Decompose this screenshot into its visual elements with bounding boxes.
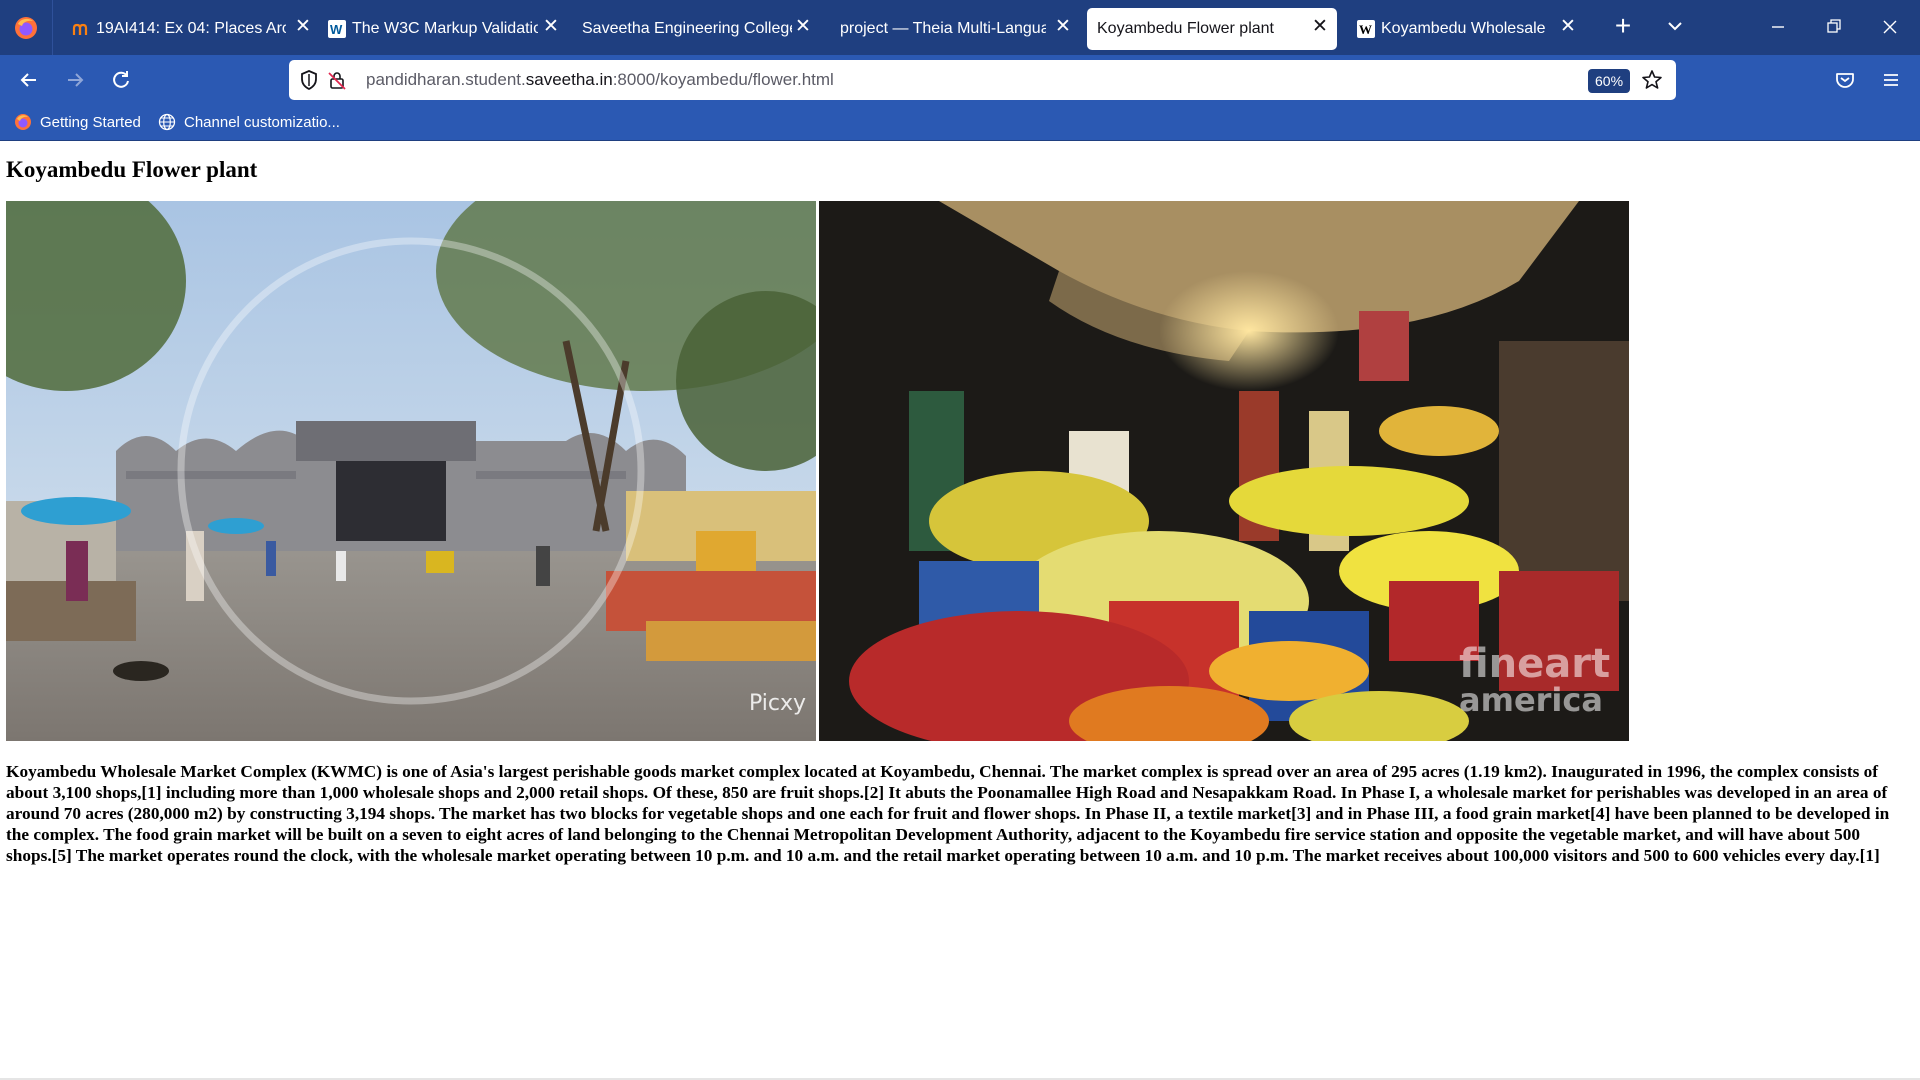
tracking-protection-shield-icon[interactable] (298, 69, 320, 91)
zoom-level-badge[interactable]: 60% (1588, 69, 1631, 93)
url-host: saveetha.in (525, 70, 613, 89)
bookmark-label: Getting Started (40, 114, 141, 131)
tab-saveetha[interactable]: Saveetha Engineering College ✕ (570, 8, 820, 50)
list-all-tabs-chevron-icon[interactable] (1660, 14, 1690, 38)
firefox-menu-icon[interactable] (14, 16, 38, 40)
fineart-america-watermark-line2: america (1459, 681, 1603, 719)
tab-title: Saveetha Engineering College (582, 20, 792, 37)
firefox-icon (15, 114, 31, 130)
address-bar[interactable]: pandidharan.student.saveetha.in:8000/koy… (289, 60, 1676, 100)
url-prefix: pandidharan.student. (366, 70, 526, 89)
picxy-watermark: Picxy (749, 691, 807, 716)
w3c-icon: W (328, 20, 346, 38)
restore-window-icon[interactable] (1819, 12, 1849, 42)
close-tab-icon[interactable]: ✕ (542, 17, 560, 36)
web-page-content: Koyambedu Flower plant Picxy fineart ame… (0, 141, 1920, 1080)
insecure-connection-lock-icon[interactable] (326, 69, 348, 91)
globe-icon (158, 113, 176, 131)
page-heading: Koyambedu Flower plant (6, 157, 258, 182)
tab-title: Koyambedu Flower plant (1097, 20, 1274, 37)
hamburger-menu-icon[interactable] (1878, 67, 1904, 93)
close-tab-icon[interactable]: ✕ (794, 17, 812, 36)
tab-title: project — Theia Multi-Language (840, 20, 1046, 37)
market-entrance-photo: Picxy (6, 201, 816, 741)
tab-w3c-validator[interactable]: W The W3C Markup Validation ✕ (316, 8, 568, 50)
svg-text:W: W (1359, 22, 1372, 37)
wikipedia-icon: W (1357, 20, 1375, 38)
pocket-icon[interactable] (1832, 67, 1858, 93)
reload-icon[interactable] (108, 67, 134, 93)
tab-bar: 19AI414: Ex 04: Places Aroun ✕ W The W3C… (0, 0, 1920, 55)
tab-koyambedu-flower-active[interactable]: Koyambedu Flower plant ✕ (1087, 8, 1337, 50)
tab-title: The W3C Markup Validation (352, 20, 538, 37)
flower-market-night-photo: fineart america (819, 201, 1629, 741)
close-tab-icon[interactable]: ✕ (1311, 17, 1329, 36)
navigation-toolbar: pandidharan.student.saveetha.in:8000/koy… (0, 55, 1920, 105)
close-tab-icon[interactable]: ✕ (1054, 17, 1072, 36)
close-tab-icon[interactable]: ✕ (1559, 17, 1577, 36)
back-arrow-icon[interactable] (16, 67, 42, 93)
close-tab-icon[interactable]: ✕ (294, 17, 312, 36)
url-text[interactable]: pandidharan.student.saveetha.in:8000/koy… (366, 70, 834, 90)
bookmark-label: Channel customizatio... (184, 114, 340, 131)
tab-theia-project[interactable]: project — Theia Multi-Language ✕ (830, 8, 1080, 50)
tab-moodle[interactable]: 19AI414: Ex 04: Places Aroun ✕ (60, 8, 320, 50)
new-tab-button[interactable]: + (1608, 12, 1638, 40)
bookmarks-toolbar: Getting Started Channel customizatio... (0, 105, 1920, 141)
market-description-paragraph: Koyambedu Wholesale Market Complex (KWMC… (6, 762, 1890, 865)
bookmark-star-icon[interactable] (1641, 69, 1663, 91)
moodle-icon (72, 23, 88, 35)
tab-title: Koyambedu Wholesale Mar (1381, 20, 1549, 37)
forward-arrow-icon[interactable] (62, 67, 88, 93)
minimize-window-icon[interactable] (1763, 12, 1793, 42)
svg-text:W: W (330, 22, 343, 37)
url-path: :8000/koyambedu/flower.html (612, 70, 834, 89)
tab-separator (52, 0, 53, 55)
tab-title: 19AI414: Ex 04: Places Aroun (96, 20, 286, 37)
tab-wikipedia[interactable]: W Koyambedu Wholesale Mar ✕ (1345, 8, 1585, 50)
close-window-icon[interactable] (1875, 12, 1905, 42)
